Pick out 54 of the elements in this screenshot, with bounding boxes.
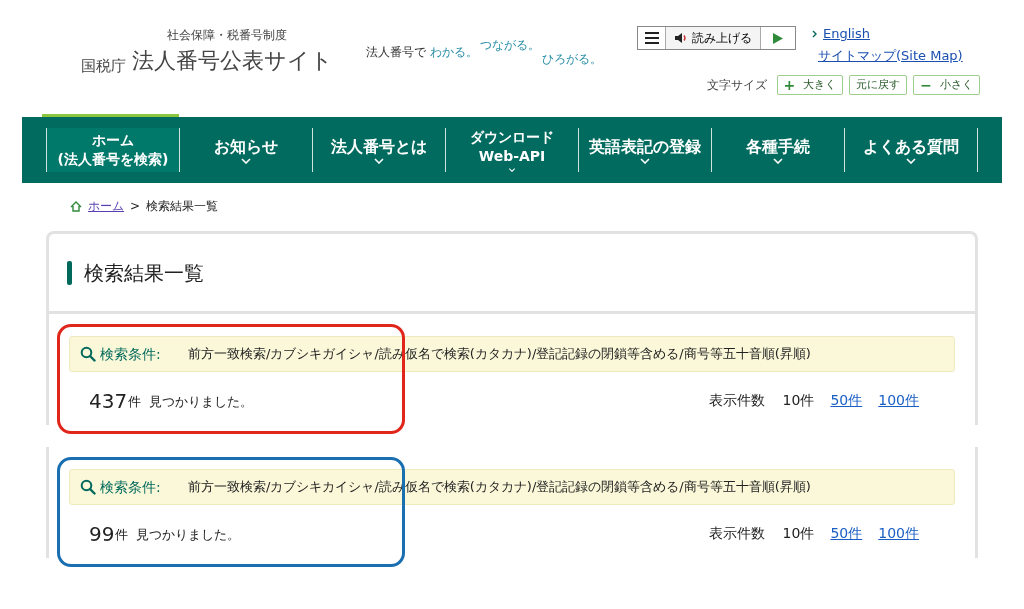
breadcrumb-separator: > [130,198,141,215]
button-label: 小さく [940,76,973,93]
nav-item[interactable]: 英語表記の登録 [578,128,711,172]
count-unit: 件 [128,392,142,411]
tagline-lead: 法人番号で [366,44,426,61]
search-icon [80,479,96,495]
nav-item[interactable]: お知らせ [179,128,312,172]
per-page-label: 表示件数 [708,391,765,410]
per-page-link[interactable]: 100件 [878,390,919,411]
nav-item[interactable]: 各種手続 [711,128,844,172]
font-size-button[interactable]: − 小さく [913,75,980,95]
agency-name: 国税庁 [81,55,126,77]
title-bar-mark [67,260,72,285]
page-title: 検索結果一覧 [84,259,204,287]
condition-label: 検索条件: [100,344,162,364]
condition-label: 検索条件: [100,477,162,497]
nav-item[interactable]: ダウンロード Web-API [445,128,578,172]
per-page-link[interactable]: 50件 [830,390,863,411]
header-link[interactable]: サイトマップ(Site Map) [818,45,963,65]
button-label: 元に戻す [856,76,901,93]
program-name: 社会保障・税番号制度 [167,27,287,44]
site-name: 法人番号公表サイト [132,47,333,75]
breadcrumb-current: 検索結果一覧 [146,198,219,215]
nav-item[interactable]: よくある質問 [844,128,978,172]
speaker-icon [674,32,688,44]
breadcrumb-link[interactable]: ホーム [88,197,124,215]
search-icon [80,346,96,362]
font-size-label: 文字サイズ [706,77,767,94]
header-link[interactable]: English [823,24,870,44]
per-page-option: 10件 [782,390,815,411]
result-count: 99 [89,524,115,544]
count-unit: 件 [115,525,129,544]
tagline-word: わかる。 [430,44,478,61]
per-page-option: 10件 [782,523,815,544]
font-size-button[interactable]: 元に戻す [849,75,908,95]
tagline-word: ひろがる。 [542,51,602,68]
nav-item[interactable]: ホーム (法人番号を検索) [46,128,179,172]
sign-text: + [783,75,796,95]
play-icon [773,32,783,44]
home-icon [70,200,82,212]
nav-item[interactable]: 法人番号とは [312,128,445,172]
chevron-icon [812,29,817,38]
per-page-label: 表示件数 [708,524,765,543]
found-text: 見つかりました。 [136,525,241,544]
read-aloud-button[interactable]: 読み上げる [666,27,761,49]
result-count: 437 [89,391,128,411]
per-page-link[interactable]: 100件 [878,523,919,544]
sign-text: − [920,75,932,95]
font-size-button[interactable]: + 大きく [776,75,844,95]
tagline-word: つながる。 [480,37,540,54]
per-page-link[interactable]: 50件 [830,523,863,544]
button-label: 大きく [803,76,837,93]
found-text: 見つかりました。 [149,392,254,411]
menu-icon [644,32,659,44]
